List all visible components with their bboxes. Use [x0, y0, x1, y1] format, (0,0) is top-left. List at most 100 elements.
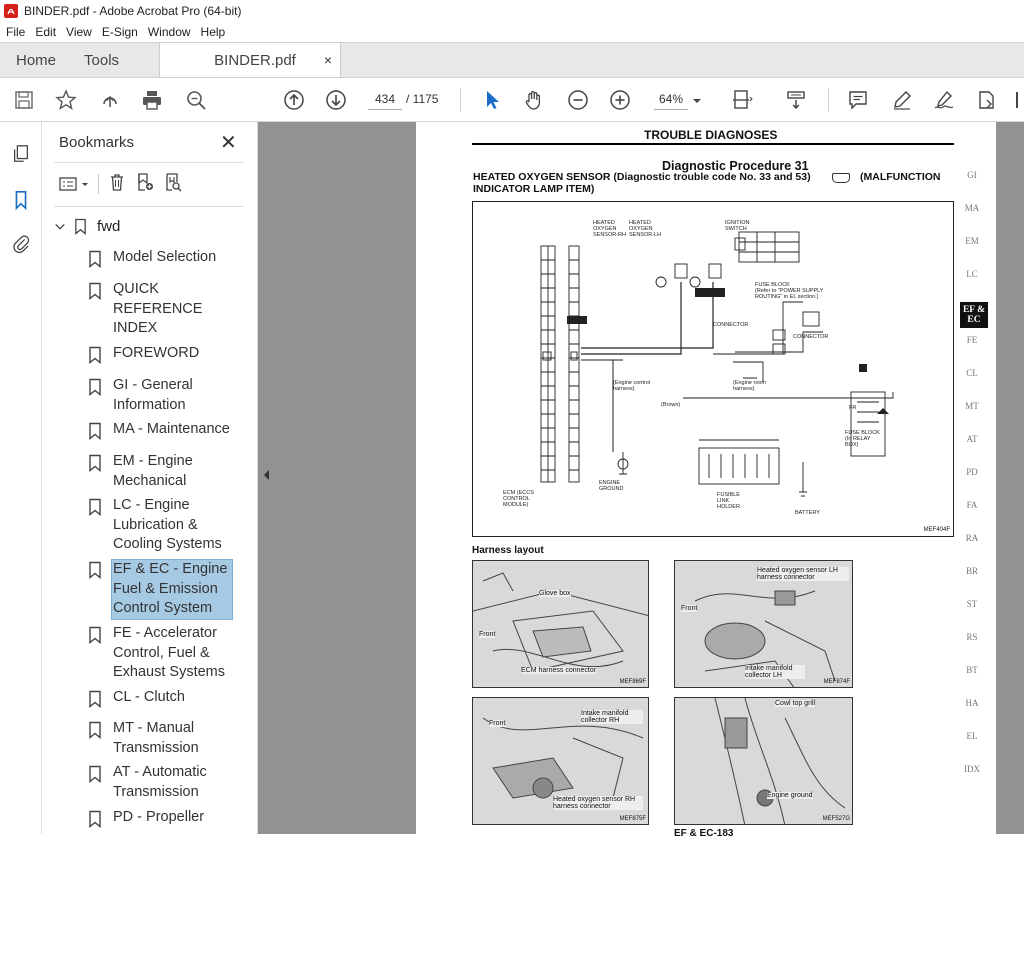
attachments-icon[interactable] — [9, 232, 33, 256]
highlight-pen-icon[interactable] — [890, 88, 914, 112]
photo-label: Front — [681, 605, 698, 612]
bookmark-label: CL - Clutch — [113, 689, 185, 705]
comment-icon[interactable] — [846, 88, 870, 112]
section-tab: AT — [966, 434, 978, 444]
photo-label: Engine ground — [767, 792, 813, 799]
photo-oxygen-sensor-lh: Heated oxygen sensor LH harness connecto… — [674, 560, 853, 688]
acrobat-icon — [4, 4, 18, 18]
zoom-in-icon[interactable] — [608, 88, 632, 112]
toolbar: / 1175 — [0, 78, 1024, 122]
delete-bookmark-icon[interactable] — [107, 172, 127, 197]
menu-view[interactable]: View — [66, 25, 92, 39]
print-icon[interactable] — [140, 88, 164, 112]
scroll-mode-icon[interactable] — [784, 88, 808, 112]
section-tab: FE — [966, 335, 978, 345]
photo-ref: MEF527G — [822, 816, 850, 822]
section-tab: CL — [966, 368, 978, 378]
chevron-down-icon[interactable] — [54, 221, 66, 233]
bookmark-icon — [75, 218, 86, 235]
svg-text:GROUND: GROUND — [599, 486, 623, 492]
tab-document[interactable]: BINDER.pdf × — [159, 43, 342, 77]
section-tab: RA — [965, 533, 979, 543]
more-tools-icon[interactable] — [1014, 88, 1024, 112]
bookmarks-icon[interactable] — [9, 188, 33, 212]
select-pointer-icon[interactable] — [480, 88, 504, 112]
hand-tool-icon[interactable] — [522, 88, 546, 112]
page-thumbnails-icon[interactable] — [9, 142, 33, 166]
photo-engine-ground: Cowl top grill Engine ground MEF527G — [674, 697, 853, 825]
panel-divider-2 — [54, 206, 244, 207]
bookmark-icon — [89, 765, 101, 783]
section-tab: PD — [966, 467, 978, 477]
fill-sign-icon[interactable] — [974, 88, 998, 112]
tab-tools[interactable]: Tools — [72, 43, 135, 77]
procedure-subtitle: HEATED OXYGEN SENSOR (Diagnostic trouble… — [473, 171, 811, 183]
bookmark-label: PD - Propeller — [113, 809, 205, 825]
tab-bar: Home Tools BINDER.pdf × — [0, 42, 1024, 78]
menu-esign[interactable]: E-Sign — [102, 25, 138, 39]
photo-label: Intake manifold collector LH — [745, 665, 805, 679]
navigation-rail — [0, 122, 42, 834]
collapse-panel-icon[interactable] — [262, 468, 272, 482]
bookmark-icon — [89, 498, 101, 516]
section-tab-strip: GI MA EM LC EF & EC FE CL MT AT PD FA RA BR ST RS BT HA E… — [960, 170, 992, 810]
menu-edit[interactable]: Edit — [35, 25, 56, 39]
svg-text:CONNECTOR: CONNECTOR — [713, 322, 748, 328]
section-tab: EM — [965, 236, 979, 246]
menu-window[interactable]: Window — [148, 25, 191, 39]
tab-close-icon[interactable]: × — [324, 52, 332, 68]
photo-label: Glove box — [539, 590, 571, 597]
new-bookmark-icon[interactable] — [135, 172, 155, 197]
bookmarks-toolbar — [58, 172, 183, 196]
photo-label: Heated oxygen sensor LH harness connecto… — [757, 567, 849, 581]
sign-icon[interactable] — [932, 88, 956, 112]
zoom-search-icon[interactable] — [184, 88, 208, 112]
menu-bar: File Edit View E-Sign Window Help — [0, 22, 1024, 42]
star-icon[interactable] — [54, 88, 78, 112]
bookmark-root-label: fwd — [97, 218, 121, 235]
page-up-icon[interactable] — [282, 88, 306, 112]
svg-text:harness): harness) — [733, 386, 755, 392]
bookmark-icon — [89, 690, 101, 708]
bookmarks-close-icon[interactable]: ✕ — [220, 130, 237, 155]
svg-text:harness): harness) — [613, 386, 635, 392]
section-tab: BR — [965, 566, 978, 576]
zoom-level-input[interactable] — [654, 88, 688, 110]
procedure-subtitle-suffix: (MALFUNCTION — [860, 171, 941, 183]
photo-label: Cowl top grill — [775, 700, 816, 707]
bookmark-icon — [89, 378, 101, 396]
find-bookmark-icon[interactable] — [163, 172, 183, 197]
page-down-icon[interactable] — [324, 88, 348, 112]
photo-label: Intake manifold collector RH — [581, 710, 643, 724]
menu-help[interactable]: Help — [201, 25, 226, 39]
bookmark-label: LC - Engine Lubrication & Cooling System… — [113, 497, 222, 552]
zoom-dropdown-icon[interactable] — [690, 88, 704, 112]
procedure-subtitle-line2: INDICATOR LAMP ITEM) — [473, 183, 595, 195]
zoom-out-icon[interactable] — [566, 88, 590, 112]
save-icon[interactable] — [12, 88, 36, 112]
options-menu-icon[interactable] — [58, 174, 90, 194]
section-tab: EF & EC — [960, 302, 988, 328]
section-tab: HA — [965, 698, 979, 708]
svg-text:SENSOR-LH: SENSOR-LH — [629, 232, 661, 238]
section-tab: LC — [966, 269, 978, 279]
bookmark-root[interactable]: fwd — [54, 218, 120, 235]
photo-oxygen-sensor-rh: Front Intake manifold collector RH Heate… — [472, 697, 649, 825]
bookmark-label: GI - General Information — [113, 377, 193, 413]
pdf-page: TROUBLE DIAGNOSES Diagnostic Procedure 3… — [416, 122, 996, 839]
page-fit-icon[interactable] — [730, 88, 754, 112]
harness-layout-title: Harness layout — [472, 545, 544, 556]
photo-ref: MEF875F — [619, 816, 646, 822]
menu-file[interactable]: File — [6, 25, 25, 39]
bookmark-icon — [89, 250, 101, 268]
panel-divider — [54, 162, 244, 163]
svg-text:MODULE): MODULE) — [503, 502, 529, 508]
photo-label: Heated oxygen sensor RH harness connecto… — [553, 796, 643, 810]
share-icon[interactable] — [98, 88, 122, 112]
page-number-input[interactable] — [368, 88, 402, 110]
section-tab: RS — [966, 632, 978, 642]
toolbar-divider — [460, 88, 461, 112]
bookmark-label: EF & EC - Engine Fuel & Emission Control… — [111, 559, 233, 620]
tab-home[interactable]: Home — [0, 43, 72, 77]
section-tab: FA — [966, 500, 978, 510]
